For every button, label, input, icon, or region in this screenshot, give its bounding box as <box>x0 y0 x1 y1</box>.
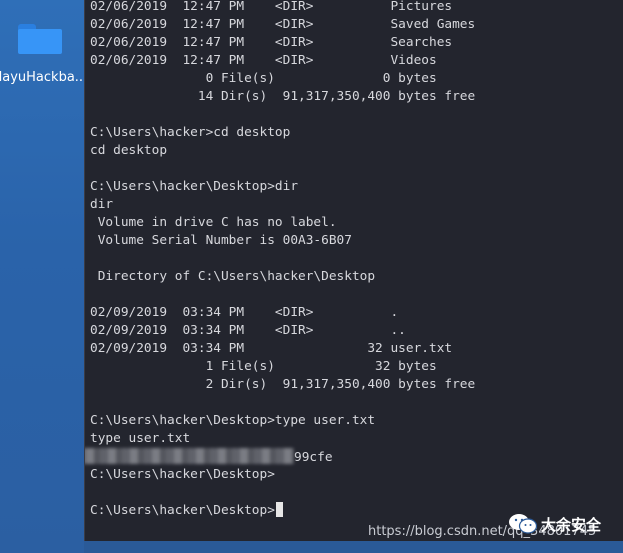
redacted-flag-suffix: 99cfe <box>294 450 333 465</box>
terminal-window[interactable]: 02/06/2019 12:47 PM <DIR> Pictures 02/06… <box>84 0 623 541</box>
terminal-line: 02/06/2019 12:47 PM <DIR> Saved Games <box>90 17 476 32</box>
terminal-prompt: C:\Users\hacker\Desktop> <box>90 503 275 518</box>
text-cursor <box>275 502 283 517</box>
terminal-prompt-line[interactable]: C:\Users\hacker\Desktop> <box>90 502 475 520</box>
terminal-line: C:\Users\hacker\Desktop>type user.txt <box>90 413 376 428</box>
redacted-output-line: 99cfe <box>85 448 475 466</box>
terminal-line: 1 File(s) 32 bytes <box>90 359 437 374</box>
terminal-line: C:\Users\hacker\Desktop> <box>90 467 275 482</box>
terminal-line: dir <box>90 197 114 212</box>
wechat-logo-icon <box>509 514 538 534</box>
desktop-area: dayuHackba... <box>0 0 84 553</box>
taskbar-edge <box>84 541 623 553</box>
terminal-line: 02/06/2019 12:47 PM <DIR> Searches <box>90 35 453 50</box>
terminal-output: 02/06/2019 12:47 PM <DIR> Pictures 02/06… <box>85 0 476 520</box>
terminal-line: 2 Dir(s) 91,317,350,400 bytes free <box>90 377 476 392</box>
watermark-brand: 大余安全 <box>541 516 602 534</box>
terminal-line: 14 Dir(s) 91,317,350,400 bytes free <box>90 89 476 104</box>
terminal-line: C:\Users\hacker\Desktop>dir <box>90 179 299 194</box>
terminal-line: C:\Users\hacker>cd desktop <box>90 125 291 140</box>
terminal-line: Directory of C:\Users\hacker\Desktop <box>90 269 376 284</box>
terminal-line: 0 File(s) 0 bytes <box>90 71 437 86</box>
terminal-line: Volume Serial Number is 00A3-6B07 <box>90 233 352 248</box>
redaction-blur <box>85 448 294 464</box>
desktop-icon-label[interactable]: dayuHackba... <box>0 70 84 85</box>
terminal-line: 02/06/2019 12:47 PM <DIR> Pictures <box>90 0 453 14</box>
terminal-line: 02/09/2019 03:34 PM <DIR> . <box>90 305 399 320</box>
terminal-line: cd desktop <box>90 143 168 158</box>
terminal-line: 02/06/2019 12:47 PM <DIR> Videos <box>90 53 437 68</box>
terminal-line: 02/09/2019 03:34 PM <DIR> .. <box>90 323 406 338</box>
terminal-line: Volume in drive C has no label. <box>90 215 337 230</box>
terminal-line: 02/09/2019 03:34 PM 32 user.txt <box>90 341 453 356</box>
terminal-line: type user.txt <box>90 431 191 446</box>
folder-icon[interactable] <box>18 24 62 54</box>
